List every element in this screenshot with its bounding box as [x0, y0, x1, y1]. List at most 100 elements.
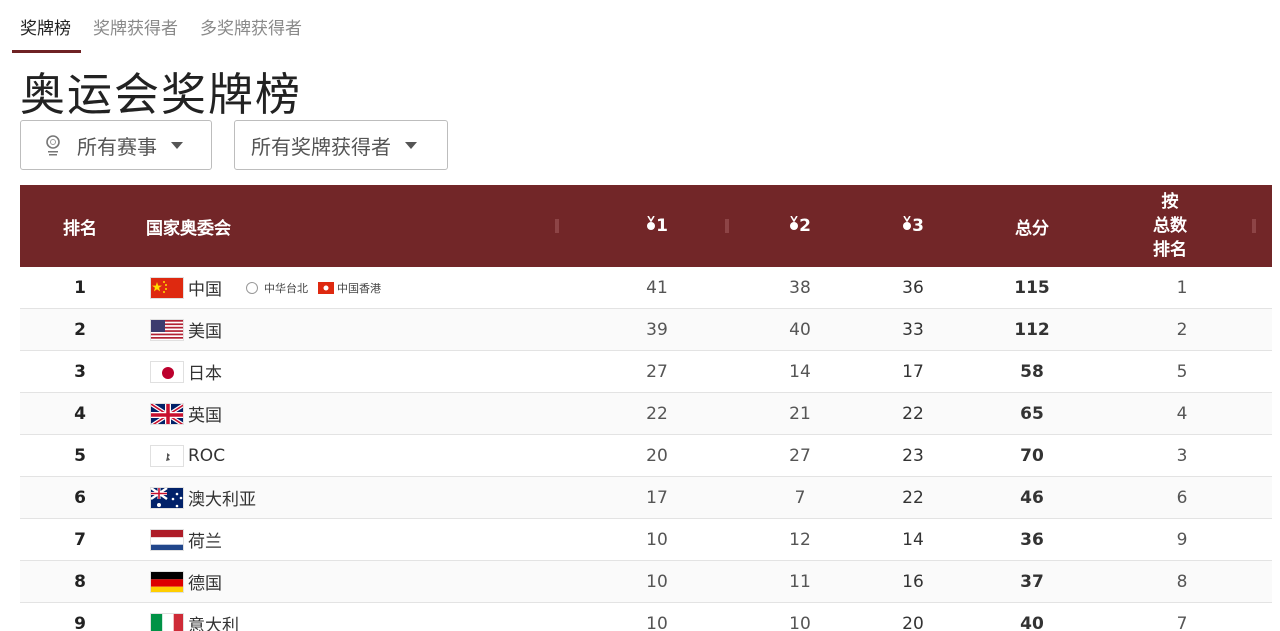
table-row[interactable]: 5 ROC 20 27 23 70 3: [20, 435, 1272, 477]
country-name[interactable]: 美国: [188, 317, 222, 342]
header-total[interactable]: 总分: [992, 185, 1072, 267]
country-cell[interactable]: 中国 中华台北 中国香港: [150, 267, 381, 308]
events-filter-dropdown[interactable]: 所有赛事: [20, 120, 212, 170]
jp-flag-icon: [150, 360, 184, 383]
table-row[interactable]: 8 德国 10 11 16 37 8: [20, 561, 1272, 603]
table-row[interactable]: 4 英国 22 21 22 65 4: [20, 393, 1272, 435]
header-gold[interactable]: 1: [617, 185, 697, 267]
tab-multi-medallists[interactable]: 多奖牌获得者: [200, 8, 302, 51]
rank-by-total: 1: [1176, 277, 1188, 298]
table-row[interactable]: 7 荷兰 10 12 14 36 9: [20, 519, 1272, 561]
rank-cell: 3: [74, 361, 86, 382]
header-noc[interactable]: 国家奥委会: [146, 185, 231, 267]
country-cell[interactable]: ROC: [150, 435, 225, 476]
header-rank-by-total[interactable]: 按 总数 排名: [1130, 185, 1210, 267]
total-count: 37: [1020, 571, 1044, 592]
header-bronze[interactable]: 3: [873, 185, 953, 267]
header-rank[interactable]: 排名: [60, 185, 100, 267]
rank-cell: 5: [74, 445, 86, 466]
rank-by-total: 5: [1176, 361, 1188, 382]
related-teams: 中华台北 中国香港: [246, 280, 381, 296]
bronze-count: 22: [902, 403, 924, 424]
silver-count: 11: [789, 571, 811, 592]
country-name[interactable]: 荷兰: [188, 527, 222, 552]
total-count: 36: [1020, 529, 1044, 550]
bronze-count: 16: [902, 571, 924, 592]
related-team-tpe[interactable]: 中华台北: [264, 280, 308, 296]
total-count: 112: [1014, 319, 1050, 340]
bronze-count: 23: [902, 445, 924, 466]
silver-count: 12: [789, 529, 811, 550]
winners-filter-dropdown[interactable]: 所有奖牌获得者: [234, 120, 448, 170]
it-flag-icon: [150, 612, 184, 631]
table-row[interactable]: 9 意大利 10 10 20 40 7: [20, 603, 1272, 631]
total-count: 65: [1020, 403, 1044, 424]
header-gold-label: 1: [656, 216, 668, 236]
total-count: 46: [1020, 487, 1044, 508]
medal-table-page: 奖牌榜 奖牌获得者 多奖牌获得者 奥运会奖牌榜 所有赛事 所有奖牌获得者 排名 …: [0, 0, 1280, 631]
country-name[interactable]: 澳大利亚: [188, 485, 256, 510]
medal-icon: [902, 215, 912, 237]
rank-by-total: 8: [1176, 571, 1188, 592]
roc-flag-icon: [150, 444, 184, 467]
rank-by-total: 9: [1176, 529, 1188, 550]
bronze-count: 33: [902, 319, 924, 340]
rank-by-total: 4: [1176, 403, 1188, 424]
total-count: 115: [1014, 277, 1050, 298]
country-name[interactable]: ROC: [188, 446, 225, 466]
bronze-count: 17: [902, 361, 924, 382]
medal-table: 排名 国家奥委会 1 2 3 总分 按 总数 排名 1 中国 中华台北 中国香港…: [20, 185, 1272, 631]
header-silver-label: 2: [799, 216, 811, 236]
cn-flag-icon: [150, 276, 184, 299]
rank-by-total: 2: [1176, 319, 1188, 340]
sort-handle: [555, 219, 559, 233]
total-count: 58: [1020, 361, 1044, 382]
country-cell[interactable]: 英国: [150, 393, 222, 434]
country-cell[interactable]: 荷兰: [150, 519, 222, 560]
country-cell[interactable]: 美国: [150, 309, 222, 350]
us-flag-icon: [150, 318, 184, 341]
country-name[interactable]: 中国: [188, 275, 222, 300]
silver-count: 27: [789, 445, 811, 466]
medal-icon: [646, 215, 656, 237]
rank-cell: 9: [74, 613, 86, 631]
caret-down-icon: [171, 141, 183, 149]
country-name[interactable]: 英国: [188, 401, 222, 426]
bronze-count: 20: [902, 613, 924, 631]
country-cell[interactable]: 德国: [150, 561, 222, 602]
related-team-hkg[interactable]: 中国香港: [337, 280, 381, 296]
rank-cell: 2: [74, 319, 86, 340]
gold-count: 39: [646, 319, 668, 340]
country-name[interactable]: 日本: [188, 359, 222, 384]
caret-down-icon: [405, 141, 417, 149]
tab-medal-table[interactable]: 奖牌榜: [12, 8, 81, 53]
table-row[interactable]: 2 美国 39 40 33 112 2: [20, 309, 1272, 351]
events-filter-label: 所有赛事: [77, 134, 157, 159]
olympic-rings-icon: [43, 133, 63, 157]
header-silver[interactable]: 2: [760, 185, 840, 267]
total-count: 40: [1020, 613, 1044, 631]
tab-medallists[interactable]: 奖牌获得者: [93, 8, 178, 51]
rank-cell: 7: [74, 529, 86, 550]
rank-cell: 6: [74, 487, 86, 508]
bronze-count: 22: [902, 487, 924, 508]
top-tabs: 奖牌榜 奖牌获得者 多奖牌获得者: [12, 8, 324, 53]
country-cell[interactable]: 澳大利亚: [150, 477, 256, 518]
silver-count: 7: [794, 487, 806, 508]
table-row[interactable]: 3 日本 27 14 17 58 5: [20, 351, 1272, 393]
country-name[interactable]: 意大利: [188, 611, 239, 631]
hong-kong-flag-icon: [318, 281, 334, 294]
silver-count: 21: [789, 403, 811, 424]
table-row[interactable]: 6 澳大利亚 17 7 22 46 6: [20, 477, 1272, 519]
gold-count: 22: [646, 403, 668, 424]
rank-cell: 1: [74, 277, 86, 298]
total-count: 70: [1020, 445, 1044, 466]
table-row[interactable]: 1 中国 中华台北 中国香港 41 38 36 115 1: [20, 267, 1272, 309]
country-cell[interactable]: 意大利: [150, 603, 239, 631]
rank-cell: 4: [74, 403, 86, 424]
country-name[interactable]: 德国: [188, 569, 222, 594]
silver-count: 14: [789, 361, 811, 382]
gold-count: 20: [646, 445, 668, 466]
country-cell[interactable]: 日本: [150, 351, 222, 392]
gold-count: 10: [646, 571, 668, 592]
